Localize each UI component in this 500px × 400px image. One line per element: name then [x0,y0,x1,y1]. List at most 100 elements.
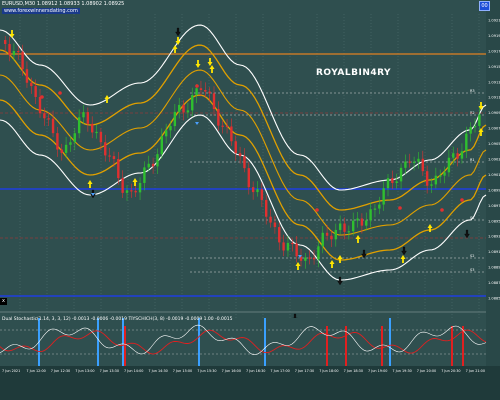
red-dot-marker [440,208,444,212]
candle-body [352,220,355,232]
candle-body [434,175,438,185]
time-tick-label: 7 Jun 18:00 [319,369,338,373]
candle-body [91,123,94,133]
time-tick-label: 7 Jun 17:00 [270,369,289,373]
candle-body [343,223,346,232]
red-dot-marker [398,206,402,210]
candle-body [160,136,163,155]
candle-body [321,232,324,247]
candle-body [77,117,81,134]
candle-body [460,151,464,159]
candle-body [443,172,446,176]
website-link[interactable]: www.forexwinnersdating.com [2,8,80,14]
osc-blue-bar [264,318,266,366]
candle-body [138,182,142,193]
candle-body [82,112,85,118]
candle-body [386,178,390,189]
candle-body [243,156,246,169]
candle-body [473,125,477,128]
candle-body [143,167,146,183]
candle-body [208,91,211,94]
candle-body [182,104,185,113]
price-tick-label: 1.08970 [488,204,500,208]
candle-body [465,133,468,152]
subwindow-info: Dual Stochastic(1.14, 3, 3, 12) -0.0013 … [2,317,233,322]
price-tick-label: 1.08950 [488,219,500,223]
candle-body [25,69,29,83]
candle-body [360,218,364,226]
price-tick-label: 1.08910 [488,250,500,254]
level-label: R1 [470,158,475,162]
candle-body [186,110,190,113]
time-tick-label: 7 Jun 20:00 [417,369,436,373]
candle-body [452,153,455,158]
osc-red-bar [326,326,328,366]
time-tick-label: 7 Jun 12:30 [51,369,70,373]
time-tick-label: 7 Jun 20:30 [441,369,460,373]
candle-body [60,149,63,153]
candle-body [330,235,333,240]
price-tick-label: 1.09150 [488,65,500,69]
candle-body [256,189,259,193]
candle-body [134,190,137,193]
price-scale-area [486,0,500,366]
time-tick-label: 7 Jun 13:30 [100,369,119,373]
candle-body [312,257,316,260]
candle-body [99,131,103,143]
symbol-info: EURUSD,M30 1.08912 1.08933 1.08902 1.089… [2,1,125,7]
candle-body [295,243,298,257]
candle-body [439,175,442,177]
candle-body [156,154,159,167]
candle-body [421,158,424,172]
time-tick-label: 7 Jun 12:00 [26,369,45,373]
candle-body [291,242,294,245]
candle-body [17,50,20,53]
corner-button[interactable]: 00 [479,1,490,11]
candle-body [217,109,220,126]
time-tick-label: 7 Jun 19:00 [368,369,387,373]
candle-body [417,158,420,162]
time-tick-label: 7 Jun 18:30 [344,369,363,373]
close-subwindow-button[interactable]: x [0,298,7,305]
candle-body [269,216,272,223]
candle-body [221,125,224,127]
level-label: S3 [470,268,474,272]
candle-body [108,155,111,157]
candle-body [369,209,372,221]
candle-body [238,153,242,157]
candle-body [225,125,229,127]
candle-body [199,88,203,91]
candle-body [173,111,177,127]
candle-body [125,190,129,193]
candle-body [195,88,198,96]
price-tick-label: 1.08850 [488,297,500,301]
osc-red-bar [124,326,126,366]
time-tick-label: 7 Jun 19:30 [392,369,411,373]
oscillator-area [0,318,486,366]
candle-body [278,227,281,243]
candle-body [121,178,124,193]
time-tick-label: 7 Jun 15:00 [173,369,192,373]
candle-body [399,167,403,182]
candle-body [12,50,16,56]
time-tick-label: 7 Jun 16:30 [246,369,265,373]
candle-body [251,187,255,193]
time-tick-label: 7 Jun 21:00 [466,369,485,373]
candle-body [447,157,451,173]
candle-body [178,104,181,112]
candle-body [117,159,120,179]
candle-body [30,82,33,87]
candle-body [8,44,11,56]
osc-blue-bar [389,318,391,366]
time-tick-label: 7 Jun 17:30 [295,369,314,373]
trading-chart[interactable]: 1.09210 1.09190 1.09170 1.09150 1.09130 1.091… [0,0,500,400]
candle-body [260,189,264,200]
candle-body [425,171,429,186]
price-tick-label: 1.09170 [488,49,500,53]
candle-body [456,153,459,159]
candle-body [47,118,50,120]
candle-body [265,199,268,217]
candle-body [86,112,90,124]
red-dot-marker [460,198,464,202]
candle-body [365,220,368,226]
